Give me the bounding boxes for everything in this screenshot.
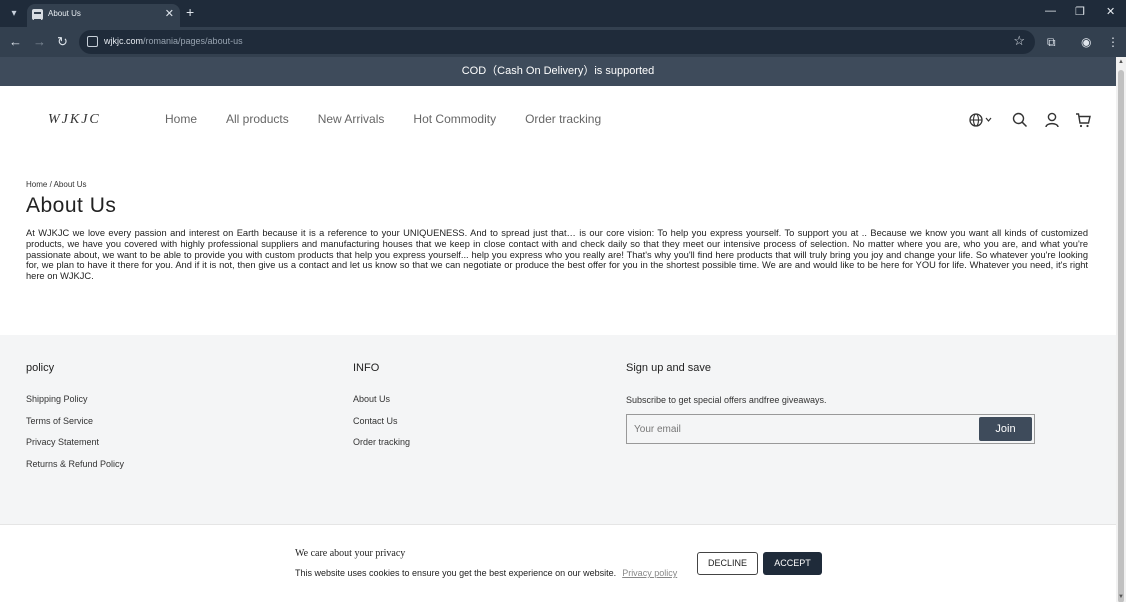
footer-policy-heading: policy xyxy=(26,362,55,374)
browser-tab[interactable]: About Us ✕ xyxy=(27,4,180,27)
globe-icon[interactable] xyxy=(968,112,992,131)
kebab-menu-icon[interactable]: ⋮ xyxy=(1107,34,1119,50)
breadcrumb: Home / About Us xyxy=(26,180,87,189)
breadcrumb-home[interactable]: Home xyxy=(26,180,47,189)
footer-link-order-tracking[interactable]: Order tracking xyxy=(353,437,410,447)
cart-icon[interactable] xyxy=(1075,112,1091,131)
page-title: About Us xyxy=(26,194,117,217)
site-logo[interactable]: WJKJC xyxy=(48,112,101,128)
browser-tab-bar: ▾ About Us ✕ + — ❐ ✕ xyxy=(0,0,1126,27)
cart-icon-svg xyxy=(1076,113,1091,128)
user-icon-svg xyxy=(1045,112,1059,128)
close-icon[interactable]: ✕ xyxy=(165,7,174,20)
footer-link-returns[interactable]: Returns & Refund Policy xyxy=(26,459,124,469)
url-path: /romania/pages/about-us xyxy=(143,36,243,46)
footer-info-heading: INFO xyxy=(353,362,380,374)
announcement-bar: COD（Cash On Delivery）is supported xyxy=(0,57,1116,86)
restore-icon[interactable]: ❐ xyxy=(1075,5,1085,18)
about-body-text: At WJKJC we love every passion and inter… xyxy=(26,228,1088,282)
cookie-banner: We care about your privacy This website … xyxy=(0,524,1116,602)
reload-icon[interactable]: ↻ xyxy=(57,34,68,50)
accept-button[interactable]: ACCEPT xyxy=(763,552,822,575)
address-bar[interactable]: wjkjc.com/romania/pages/about-us ☆ xyxy=(79,30,1035,54)
nav-all-products[interactable]: All products xyxy=(226,112,289,126)
arrow-left-icon[interactable]: ← xyxy=(9,34,22,50)
newsletter-form: Join xyxy=(626,414,1035,444)
email-input[interactable] xyxy=(634,422,974,436)
footer-signup-heading: Sign up and save xyxy=(626,362,712,374)
scroll-down-icon[interactable]: ▼ xyxy=(1118,594,1124,600)
minimize-icon[interactable]: — xyxy=(1045,5,1056,17)
cookie-text: This website uses cookies to ensure you … xyxy=(295,568,617,578)
nav-order-tracking[interactable]: Order tracking xyxy=(525,112,601,126)
favicon-icon xyxy=(32,9,43,21)
user-icon[interactable] xyxy=(1044,112,1060,131)
privacy-policy-link[interactable]: Privacy policy xyxy=(622,568,677,578)
scroll-up-icon[interactable]: ▲ xyxy=(1118,59,1124,65)
footer-signup-subtitle: Subscribe to get special offers andfree … xyxy=(626,395,827,405)
join-button[interactable]: Join xyxy=(979,417,1032,441)
puzzle-icon[interactable]: ⧉ xyxy=(1047,34,1056,50)
footer-link-privacy[interactable]: Privacy Statement xyxy=(26,437,99,447)
breadcrumb-current: About Us xyxy=(53,180,87,189)
url-host: wjkjc.com xyxy=(104,36,144,46)
footer-link-about[interactable]: About Us xyxy=(353,394,390,404)
browser-toolbar: ← → ↻ wjkjc.com/romania/pages/about-us ☆… xyxy=(0,27,1126,57)
main-nav: Home All products New Arrivals Hot Commo… xyxy=(165,112,601,126)
close-icon[interactable]: ✕ xyxy=(1106,5,1115,18)
arrow-right-icon[interactable]: → xyxy=(33,34,46,50)
search-icon-svg xyxy=(1012,112,1028,128)
cookie-title: We care about your privacy xyxy=(295,548,406,559)
profile-icon[interactable]: ◉ xyxy=(1081,34,1091,50)
nav-hot-commodity[interactable]: Hot Commodity xyxy=(413,112,496,126)
page-scrollbar[interactable]: ▲ ▼ xyxy=(1116,57,1126,602)
cookie-text-line: This website uses cookies to ensure you … xyxy=(295,568,677,578)
tab-title: About Us xyxy=(48,9,81,18)
nav-new-arrivals[interactable]: New Arrivals xyxy=(318,112,385,126)
footer-link-shipping-policy[interactable]: Shipping Policy xyxy=(26,394,88,404)
search-icon[interactable] xyxy=(1012,112,1028,131)
footer-link-contact[interactable]: Contact Us xyxy=(353,416,398,426)
scroll-thumb[interactable] xyxy=(1118,70,1124,602)
breadcrumb-separator: / xyxy=(49,180,52,189)
site-settings-icon[interactable] xyxy=(87,36,98,47)
nav-home[interactable]: Home xyxy=(165,112,197,126)
decline-button[interactable]: DECLINE xyxy=(697,552,758,575)
globe-icon-svg xyxy=(969,113,992,127)
url-text[interactable]: wjkjc.com/romania/pages/about-us xyxy=(104,36,243,46)
site-footer: policy Shipping Policy Terms of Service … xyxy=(0,335,1116,524)
plus-icon[interactable]: + xyxy=(186,5,194,19)
chevron-down-icon[interactable]: ▾ xyxy=(6,6,22,22)
footer-link-terms[interactable]: Terms of Service xyxy=(26,416,93,426)
star-icon[interactable]: ☆ xyxy=(1013,33,1025,49)
